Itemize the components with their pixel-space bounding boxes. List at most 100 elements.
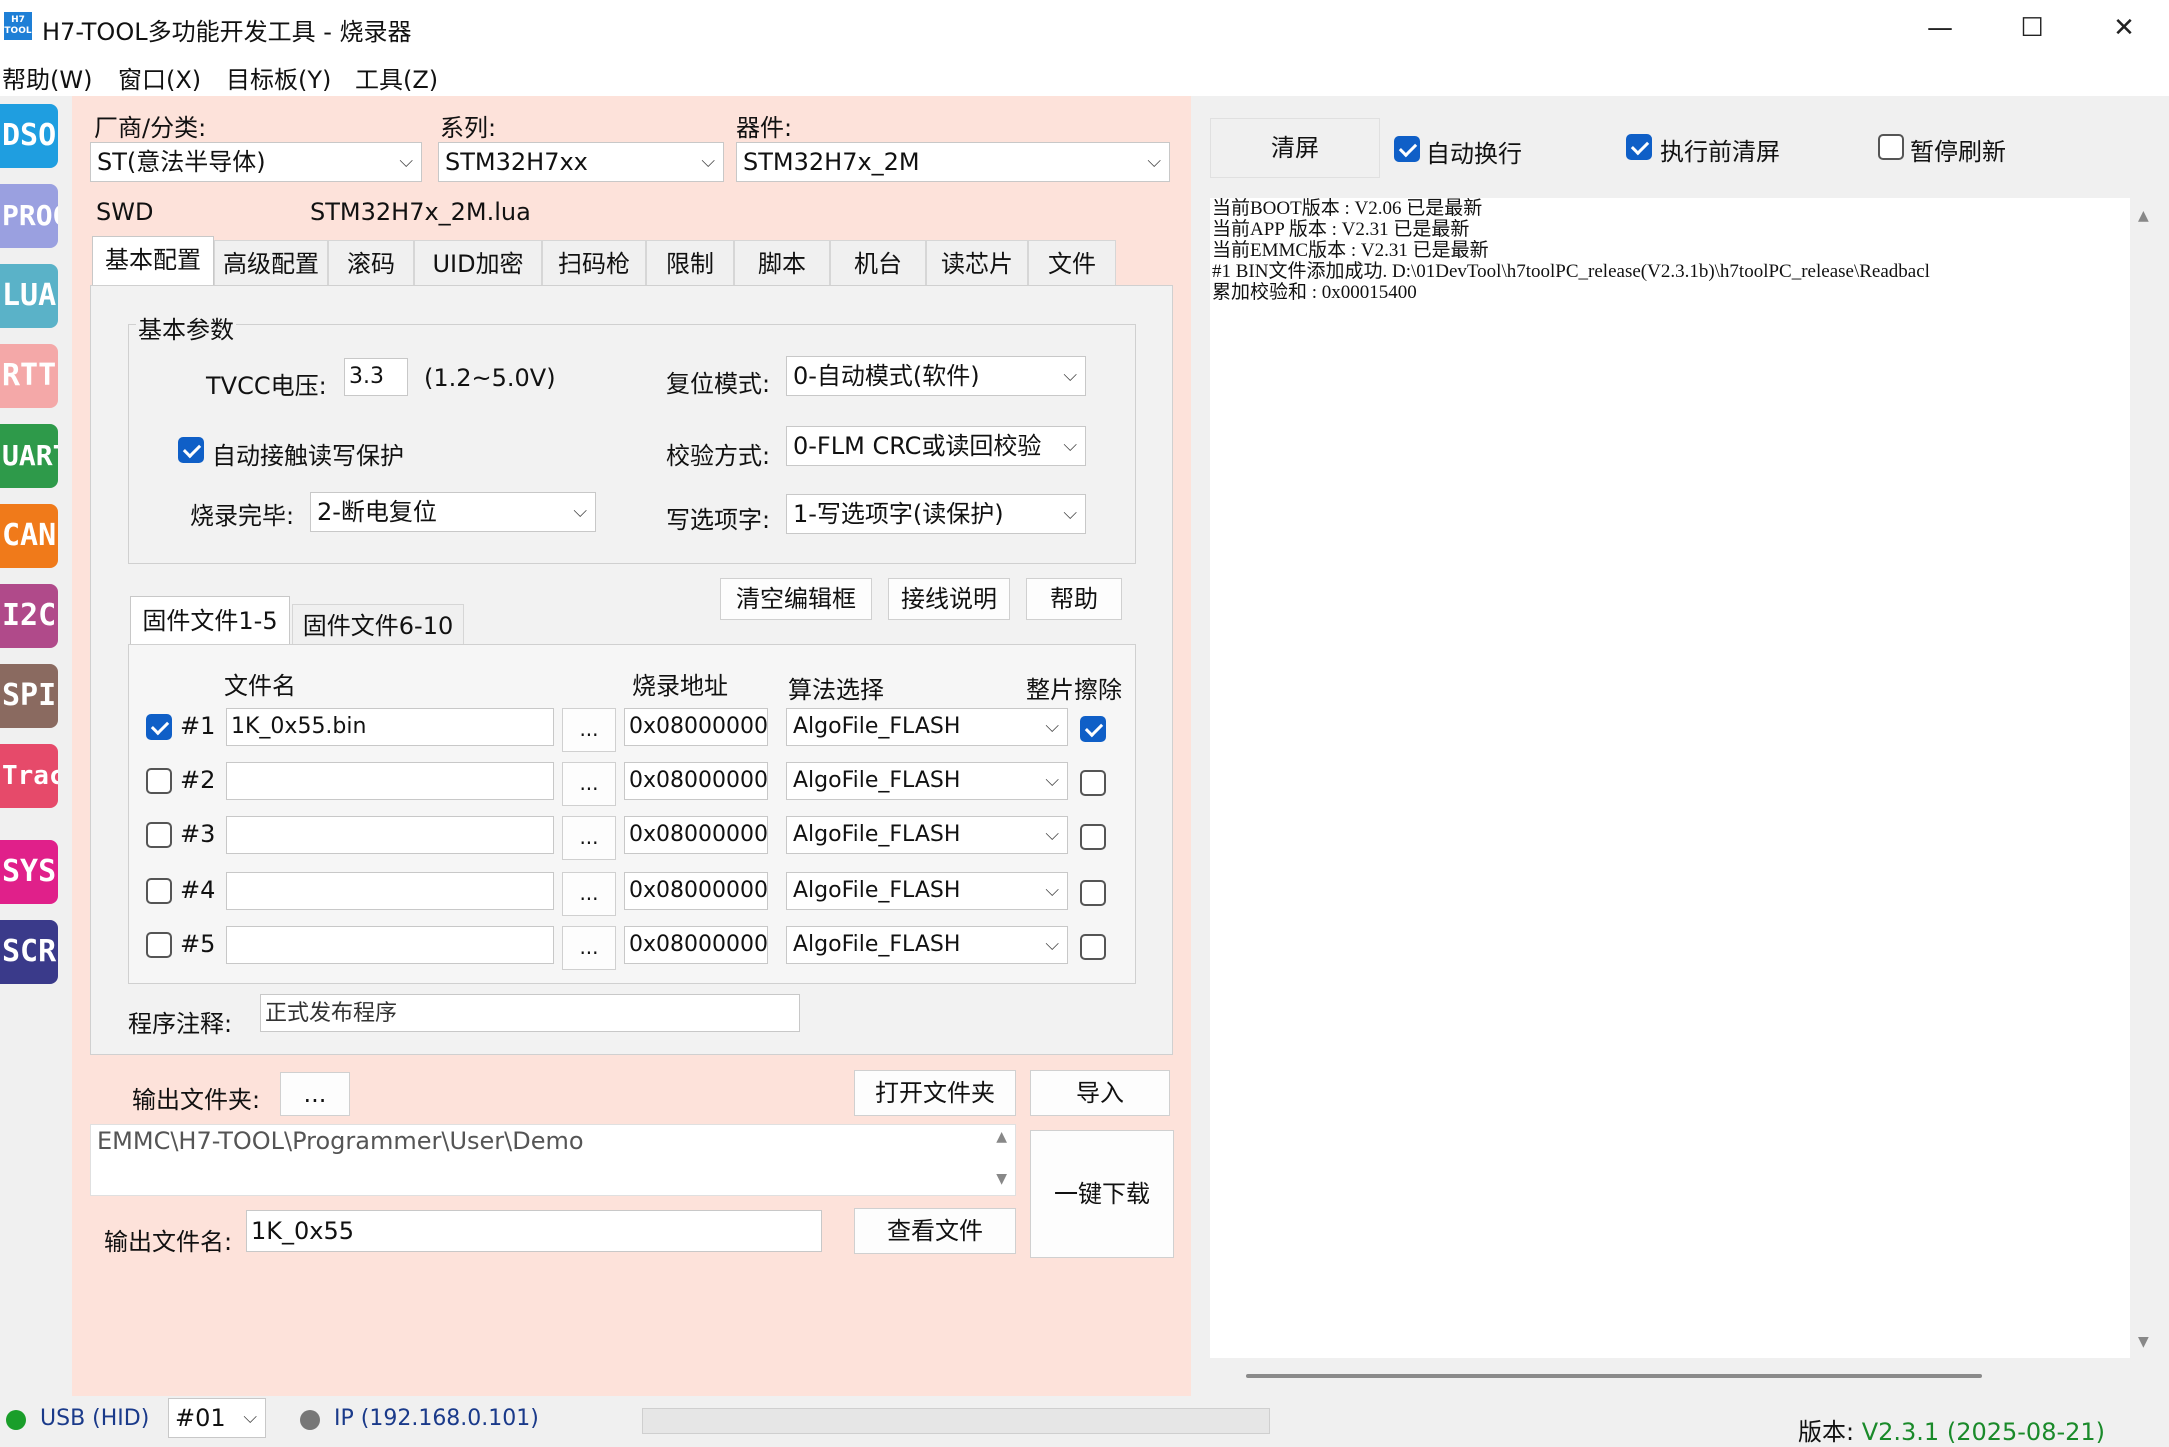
tab-uid-encrypt[interactable]: UID加密 xyxy=(414,240,542,286)
tab-firmware-1-5[interactable]: 固件文件1-5 xyxy=(130,596,290,644)
firmware-browse-button[interactable]: ... xyxy=(562,816,616,860)
chip-erase-checkbox[interactable] xyxy=(1080,716,1106,742)
firmware-enable-checkbox[interactable] xyxy=(146,878,172,904)
output-folder-path-box[interactable]: EMMC\H7-TOOL\Programmer\User\Demo ▲ ▼ xyxy=(90,1124,1016,1196)
minimize-button[interactable]: — xyxy=(1894,0,1986,56)
menu-help[interactable]: 帮助(W) xyxy=(2,60,92,95)
tab-machine[interactable]: 机台 xyxy=(830,240,926,286)
tvcc-range-label: (1.2~5.0V) xyxy=(424,364,556,392)
sidebar-button-trace[interactable]: Trace xyxy=(0,744,58,808)
algorithm-select[interactable]: AlgoFile_FLASH ⌵ xyxy=(786,708,1068,746)
option-byte-select[interactable]: 1-写选项字(读保护) ⌵ xyxy=(786,494,1086,534)
wiring-guide-button[interactable]: 接线说明 xyxy=(888,578,1010,620)
tab-advanced-config[interactable]: 高级配置 xyxy=(214,240,328,286)
output-file-input[interactable]: 1K_0x55 xyxy=(246,1210,822,1252)
tab-scanner[interactable]: 扫码枪 xyxy=(542,240,646,286)
algorithm-select[interactable]: AlgoFile_FLASH ⌵ xyxy=(786,926,1068,964)
burn-address-input[interactable]: 0x08000000 xyxy=(624,816,768,854)
firmware-enable-checkbox[interactable] xyxy=(146,714,172,740)
tab-file[interactable]: 文件 xyxy=(1028,240,1116,286)
import-button[interactable]: 导入 xyxy=(1030,1070,1170,1116)
firmware-browse-button[interactable]: ... xyxy=(562,872,616,916)
firmware-browse-button[interactable]: ... xyxy=(562,708,616,752)
sidebar-button-uart[interactable]: UART xyxy=(0,424,58,488)
menu-tools[interactable]: 工具(Z) xyxy=(355,60,438,95)
chip-erase-checkbox[interactable] xyxy=(1080,770,1106,796)
sidebar-button-prog[interactable]: PROG xyxy=(0,184,58,248)
firmware-file-input[interactable] xyxy=(226,762,554,800)
close-button[interactable]: ✕ xyxy=(2078,0,2169,56)
chip-erase-checkbox[interactable] xyxy=(1080,824,1106,850)
version-info: 版本: V2.3.1 (2025-08-21) xyxy=(1798,1418,2106,1446)
device-select[interactable]: STM32H7x_2M ⌵ xyxy=(736,142,1170,182)
log-horizontal-scrollbar[interactable] xyxy=(1246,1374,1982,1378)
output-folder-browse-button[interactable]: ... xyxy=(280,1072,350,1116)
help-button[interactable]: 帮助 xyxy=(1026,578,1122,620)
algorithm-header: 算法选择 xyxy=(788,676,884,704)
sidebar-button-dso[interactable]: DSO xyxy=(0,104,58,168)
note-input[interactable]: 正式发布程序 xyxy=(260,994,800,1032)
vendor-select[interactable]: ST(意法半导体) ⌵ xyxy=(90,142,422,182)
firmware-enable-checkbox[interactable] xyxy=(146,932,172,958)
reset-mode-select[interactable]: 0-自动模式(软件) ⌵ xyxy=(786,356,1086,396)
sidebar-button-i2c[interactable]: I2C xyxy=(0,584,58,648)
sidebar-button-scr[interactable]: SCR xyxy=(0,920,58,984)
firmware-enable-checkbox[interactable] xyxy=(146,822,172,848)
series-select[interactable]: STM32H7xx ⌵ xyxy=(438,142,724,182)
clear-screen-button[interactable]: 清屏 xyxy=(1210,118,1380,178)
device-number-select[interactable]: #01 ⌵ xyxy=(168,1398,266,1438)
ip-status-icon xyxy=(300,1410,320,1430)
burn-address-header: 烧录地址 xyxy=(632,672,728,700)
sidebar-button-rtt[interactable]: RTT xyxy=(0,344,58,408)
chip-erase-checkbox[interactable] xyxy=(1080,880,1106,906)
firmware-enable-checkbox[interactable] xyxy=(146,768,172,794)
algorithm-select[interactable]: AlgoFile_FLASH ⌵ xyxy=(786,872,1068,910)
firmware-file-input[interactable] xyxy=(226,872,554,910)
auto-wrap-checkbox[interactable] xyxy=(1394,136,1420,162)
burn-address-input[interactable]: 0x08000000 xyxy=(624,762,768,800)
menu-window[interactable]: 窗口(X) xyxy=(118,60,201,95)
note-label: 程序注释: xyxy=(128,1010,233,1038)
tab-script[interactable]: 脚本 xyxy=(734,240,830,286)
clear-before-run-checkbox[interactable] xyxy=(1626,134,1652,160)
firmware-browse-button[interactable]: ... xyxy=(562,926,616,970)
sidebar-button-can[interactable]: CAN xyxy=(0,504,58,568)
sidebar-button-lua[interactable]: LUA xyxy=(0,264,58,328)
firmware-file-input[interactable] xyxy=(226,816,554,854)
firmware-file-input[interactable] xyxy=(226,926,554,964)
log-output[interactable] xyxy=(1210,198,2130,1358)
tab-basic-config[interactable]: 基本配置 xyxy=(92,236,214,286)
firmware-row-id: #5 xyxy=(180,930,216,958)
one-click-download-button[interactable]: 一键下载 xyxy=(1030,1130,1174,1258)
pause-refresh-checkbox[interactable] xyxy=(1878,134,1904,160)
firmware-file-input[interactable]: 1K_0x55.bin xyxy=(226,708,554,746)
algorithm-select[interactable]: AlgoFile_FLASH ⌵ xyxy=(786,816,1068,854)
clear-edit-button[interactable]: 清空编辑框 xyxy=(720,578,872,620)
tvcc-input[interactable]: 3.3 xyxy=(344,358,408,396)
app-icon: H7 TOOL xyxy=(4,12,32,40)
open-folder-button[interactable]: 打开文件夹 xyxy=(854,1070,1016,1116)
log-scroll-down-icon[interactable]: ▼ xyxy=(2138,1334,2149,1350)
burn-address-input[interactable]: 0x08000000 xyxy=(624,872,768,910)
maximize-button[interactable]: ☐ xyxy=(1986,0,2078,56)
scroll-up-icon[interactable]: ▲ xyxy=(996,1129,1007,1145)
tab-firmware-6-10[interactable]: 固件文件6-10 xyxy=(292,604,464,646)
firmware-browse-button[interactable]: ... xyxy=(562,762,616,806)
sidebar-button-spi[interactable]: SPI xyxy=(0,664,58,728)
burn-address-input[interactable]: 0x08000000 xyxy=(624,708,768,746)
sidebar-button-sys[interactable]: SYS xyxy=(0,840,58,904)
scroll-down-icon[interactable]: ▼ xyxy=(996,1171,1007,1187)
auto-protect-checkbox[interactable] xyxy=(178,437,204,463)
tab-read-chip[interactable]: 读芯片 xyxy=(926,240,1028,286)
tab-rolling-code[interactable]: 滚码 xyxy=(328,240,414,286)
chip-erase-checkbox[interactable] xyxy=(1080,934,1106,960)
menu-target[interactable]: 目标板(Y) xyxy=(226,60,331,95)
burn-address-input[interactable]: 0x08000000 xyxy=(624,926,768,964)
window-title: H7-TOOL多功能开发工具 - 烧录器 xyxy=(42,18,412,46)
tab-limit[interactable]: 限制 xyxy=(646,240,734,286)
algorithm-select[interactable]: AlgoFile_FLASH ⌵ xyxy=(786,762,1068,800)
done-action-select[interactable]: 2-断电复位 ⌵ xyxy=(310,492,596,532)
verify-mode-select[interactable]: 0-FLM CRC或读回校验 ⌵ xyxy=(786,426,1086,466)
log-scroll-up-icon[interactable]: ▲ xyxy=(2138,208,2149,224)
view-file-button[interactable]: 查看文件 xyxy=(854,1208,1016,1254)
